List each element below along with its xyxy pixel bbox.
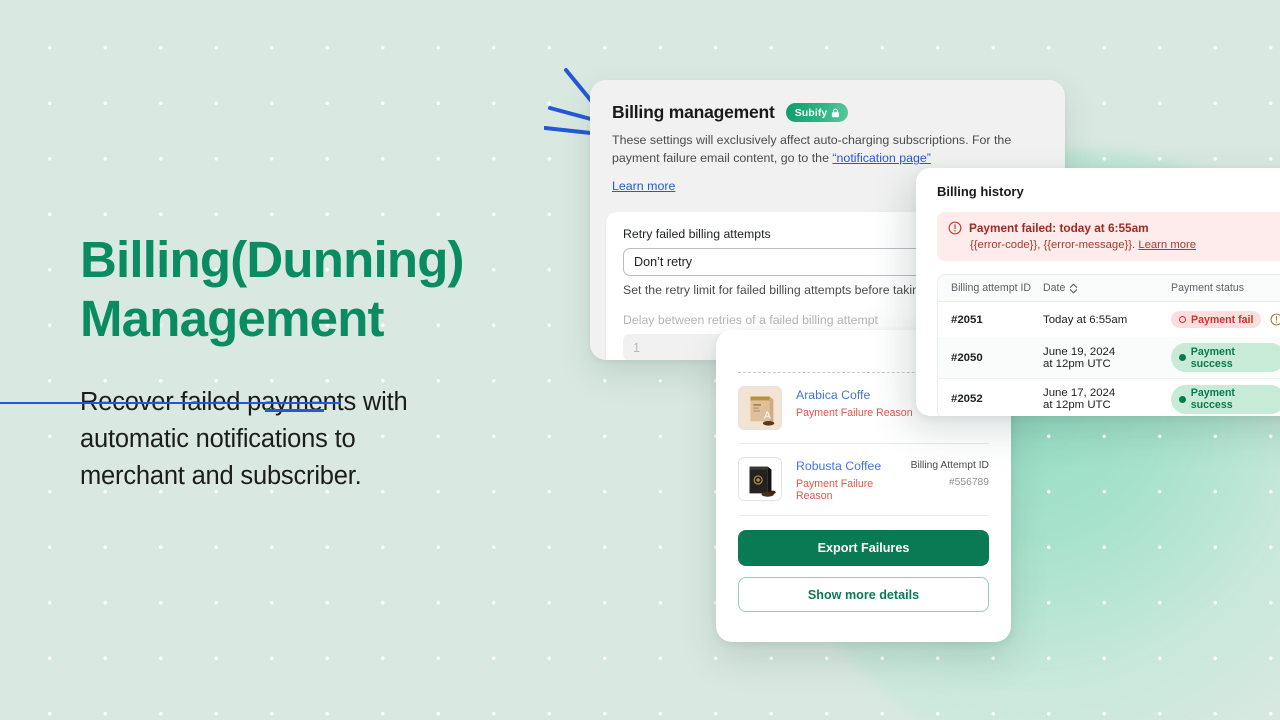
product-failure-reason: Payment Failure Reason: [796, 478, 874, 502]
cell-billing-attempt-id: #2051: [951, 313, 983, 326]
actions-divider: [738, 515, 989, 516]
hero-subtitle-line-3: merchant and subscriber.: [80, 462, 362, 491]
svg-text:A: A: [764, 410, 771, 422]
table-row[interactable]: #2052 June 17, 2024 at 12pm UTC Payment …: [938, 378, 1280, 416]
cell-date-wrap: June 19, 2024 at 12pm UTC: [1043, 346, 1115, 370]
product-meta-label: Billing Attempt ID: [910, 460, 989, 471]
status-badge: Payment success: [1171, 384, 1280, 414]
status-badge: Payment success: [1171, 343, 1280, 372]
cell-date-line-1: June 19, 2024: [1043, 345, 1116, 358]
payment-failed-alert: Payment failed: today at 6:55am {{error-…: [937, 212, 1280, 261]
status-badge: Payment fail: [1171, 311, 1262, 328]
lock-icon: [832, 108, 840, 117]
hero-underline-accent: [265, 409, 324, 412]
list-item[interactable]: Robusta Coffee Payment Failure Reason Bi…: [738, 444, 989, 515]
cell-date: June 17, 2024 at 12pm UTC: [1043, 387, 1171, 411]
delay-input-value: 1: [633, 340, 641, 355]
cell-date-line-2: at 12pm UTC: [1043, 399, 1111, 411]
alert-circle-icon: [948, 221, 962, 235]
status-badge-label: Payment success: [1190, 387, 1235, 411]
cell-payment-status: Payment success: [1171, 384, 1280, 414]
learn-more-link[interactable]: Learn more: [612, 179, 675, 193]
hero-subtitle: Recover failed payments with automatic n…: [80, 384, 550, 495]
status-badge-label: Payment success: [1190, 345, 1235, 370]
page-title: Billing(Dunning) Management: [80, 230, 550, 348]
product-meta-value: #556789: [948, 477, 989, 488]
hero-subtitle-line-2: automatic notifications to: [80, 425, 356, 454]
notification-page-link[interactable]: “notification page”: [832, 151, 931, 165]
billing-management-title-row: Billing management Subify: [612, 102, 1043, 123]
cell-date-line-1: Today at 6:55am: [1043, 313, 1128, 326]
status-dot-icon: [1179, 395, 1186, 403]
cell-payment-status: Payment success: [1171, 343, 1280, 372]
billing-history-title: Billing history: [937, 184, 1024, 199]
sort-chevrons-icon[interactable]: [1069, 283, 1078, 294]
column-header-date: Date: [1043, 282, 1066, 294]
warning-circle-icon[interactable]: [1270, 313, 1280, 326]
billing-management-title: Billing management: [612, 102, 775, 122]
billing-management-description: These settings will exclusively affect a…: [612, 131, 1042, 167]
billing-history-table: Billing attempt ID Date Payment status #…: [937, 274, 1280, 416]
billing-management-description-text: These settings will exclusively affect a…: [612, 133, 1012, 166]
hero-text-block: Billing(Dunning) Management Recover fail…: [80, 230, 550, 495]
product-name[interactable]: Robusta Coffee: [796, 459, 897, 473]
column-header-date-cell[interactable]: Date: [1043, 282, 1171, 294]
alert-title-row: Payment failed: today at 6:55am: [948, 221, 1280, 235]
product-meta: Billing Attempt ID #556789: [911, 457, 989, 488]
product-thumbnail-arabica: A: [738, 386, 782, 430]
cell-date-line-2: at 12pm UTC: [1043, 357, 1111, 370]
subify-badge-label: Subify: [794, 106, 828, 119]
subify-badge: Subify: [785, 103, 849, 122]
cell-billing-attempt-id: #2050: [951, 351, 983, 364]
product-info: Robusta Coffee Payment Failure Reason: [796, 457, 897, 502]
promo-banner: Billing(Dunning) Management Recover fail…: [0, 0, 1280, 720]
hero-underline-primary: [0, 402, 341, 404]
status-dot-icon: [1179, 354, 1186, 361]
alert-learn-more-link[interactable]: Learn more: [1138, 239, 1196, 251]
cell-payment-status: Payment fail: [1171, 311, 1280, 328]
status-ring-icon: [1179, 316, 1186, 323]
cell-billing-attempt-id: #2052: [951, 393, 983, 405]
coffee-bag-tan-icon: A: [739, 387, 781, 429]
column-header-billing-attempt-id: Billing attempt ID: [951, 282, 1032, 294]
alert-subtitle-text: {{error-code}}, {{error-message}}.: [970, 239, 1139, 251]
column-header-payment-status: Payment status: [1171, 282, 1245, 294]
table-row[interactable]: #2050 June 19, 2024 at 12pm UTC Payment …: [938, 337, 1280, 378]
status-badge-label: Payment fail: [1191, 313, 1254, 326]
cell-date-wrap: June 17, 2024 at 12pm UTC: [1043, 387, 1115, 411]
coffee-bag-black-icon: [739, 458, 781, 500]
cell-date: Today at 6:55am: [1043, 314, 1171, 326]
retry-select-value: Don’t retry: [634, 255, 693, 270]
page-title-line-2: Management: [80, 290, 385, 348]
cell-date-line-1: June 17, 2024: [1043, 387, 1116, 399]
alert-title: Payment failed: today at 6:55am: [969, 221, 1149, 235]
billing-history-card: Billing history Payment failed: today at…: [916, 168, 1280, 416]
page-title-line-1: Billing(Dunning): [80, 231, 465, 288]
export-failures-button[interactable]: Export Failures: [738, 530, 989, 566]
cell-date: June 19, 2024 at 12pm UTC: [1043, 346, 1171, 370]
alert-subtitle: {{error-code}}, {{error-message}}. Learn…: [970, 239, 1280, 251]
show-more-details-button[interactable]: Show more details: [738, 577, 989, 612]
table-header-row: Billing attempt ID Date Payment status: [938, 275, 1280, 302]
product-thumbnail-robusta: [738, 457, 782, 501]
table-row[interactable]: #2051 Today at 6:55am Payment fail: [938, 302, 1280, 337]
